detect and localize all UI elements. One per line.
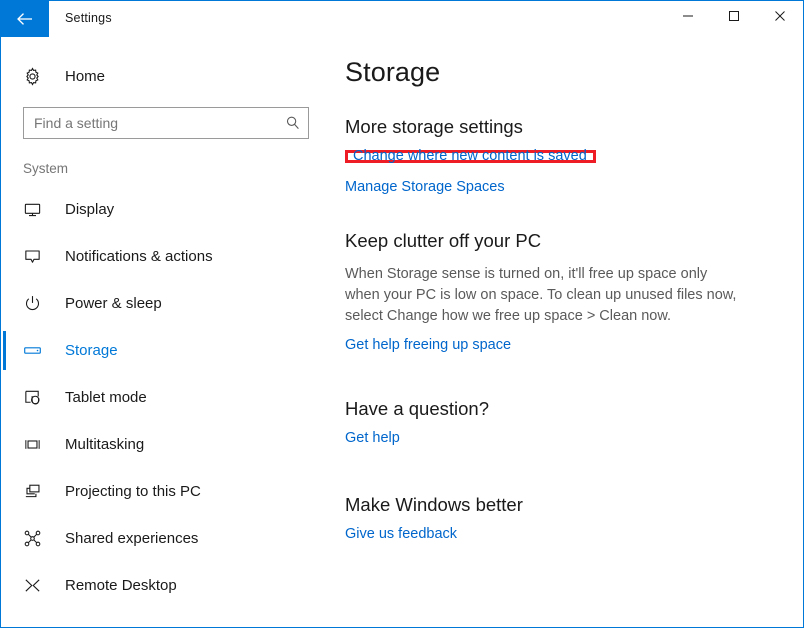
back-button[interactable] (1, 1, 49, 37)
maximize-button[interactable] (711, 1, 757, 34)
section-make-windows-better: Make Windows better Give us feedback (345, 494, 779, 543)
tablet-hand-icon (23, 388, 45, 407)
window-title: Settings (65, 11, 112, 25)
sidebar-item-power[interactable]: Power & sleep (1, 280, 337, 327)
minimize-button[interactable] (665, 1, 711, 34)
sidebar-nav-list: Display Notifications & actions Power & … (1, 186, 337, 609)
clutter-description: When Storage sense is turned on, it'll f… (345, 266, 737, 324)
sidebar-item-label: Power & sleep (65, 295, 162, 312)
sidebar-item-label: Tablet mode (65, 389, 147, 406)
sidebar-category-label: System (23, 161, 69, 176)
sidebar-item-label: Remote Desktop (65, 577, 177, 594)
sidebar: Home System (1, 39, 337, 627)
link-give-us-feedback[interactable]: Give us feedback (345, 526, 457, 542)
sidebar-item-label: Display (65, 201, 115, 218)
sidebar-item-home[interactable]: Home (1, 59, 337, 93)
sidebar-item-storage[interactable]: Storage (1, 327, 337, 374)
sidebar-home-label: Home (65, 67, 106, 85)
search-box[interactable] (23, 107, 309, 139)
sidebar-item-display[interactable]: Display (1, 186, 337, 233)
window-body: Home System (1, 39, 803, 627)
close-button[interactable] (757, 1, 803, 34)
close-icon (774, 9, 786, 27)
section-heading: More storage settings (345, 116, 523, 137)
projecting-icon (23, 482, 45, 501)
link-get-help[interactable]: Get help (345, 430, 400, 446)
section-keep-clutter-off-your-pc: Keep clutter off your PC When Storage se… (345, 230, 779, 354)
sidebar-item-tablet-mode[interactable]: Tablet mode (1, 374, 337, 421)
sidebar-item-remote-desktop[interactable]: Remote Desktop (1, 562, 337, 609)
sidebar-item-label: Projecting to this PC (65, 483, 201, 500)
remote-desktop-icon (23, 576, 45, 595)
search-input[interactable] (24, 109, 278, 137)
section-heading: Make Windows better (345, 494, 523, 515)
sidebar-item-label: Multitasking (65, 436, 145, 453)
minimize-icon (682, 9, 694, 27)
power-icon (23, 294, 45, 313)
title-bar: Settings (1, 1, 803, 39)
sidebar-item-label: Notifications & actions (65, 248, 213, 265)
gear-icon (23, 66, 45, 86)
monitor-icon (23, 200, 45, 219)
back-arrow-icon (15, 11, 35, 27)
sidebar-item-projecting[interactable]: Projecting to this PC (1, 468, 337, 515)
section-have-a-question: Have a question? Get help (345, 398, 779, 447)
main-content: Storage More storage settings Change whe… (337, 39, 803, 627)
sidebar-item-shared-experiences[interactable]: Shared experiences (1, 515, 337, 562)
notification-bubble-icon (23, 247, 45, 266)
link-manage-storage-spaces[interactable]: Manage Storage Spaces (345, 179, 505, 195)
multitasking-icon (23, 435, 45, 454)
sidebar-item-label: Shared experiences (65, 530, 199, 547)
highlight-box: Change where new content is saved (345, 149, 596, 163)
share-nodes-icon (23, 529, 45, 548)
settings-window: Settings Home Find a setting System Disp… (0, 0, 804, 628)
section-heading: Have a question? (345, 398, 489, 419)
window-controls (665, 1, 803, 34)
sidebar-item-notifications[interactable]: Notifications & actions (1, 233, 337, 280)
sidebar-item-multitasking[interactable]: Multitasking (1, 421, 337, 468)
drive-icon (23, 341, 45, 360)
maximize-icon (728, 9, 740, 27)
link-get-help-freeing-up-space[interactable]: Get help freeing up space (345, 337, 511, 353)
section-heading: Keep clutter off your PC (345, 230, 542, 251)
search-icon[interactable] (278, 108, 308, 138)
section-more-storage-settings: More storage settings Change where new c… (345, 116, 779, 196)
page-title: Storage (345, 57, 441, 87)
sidebar-item-label: Storage (65, 342, 118, 359)
